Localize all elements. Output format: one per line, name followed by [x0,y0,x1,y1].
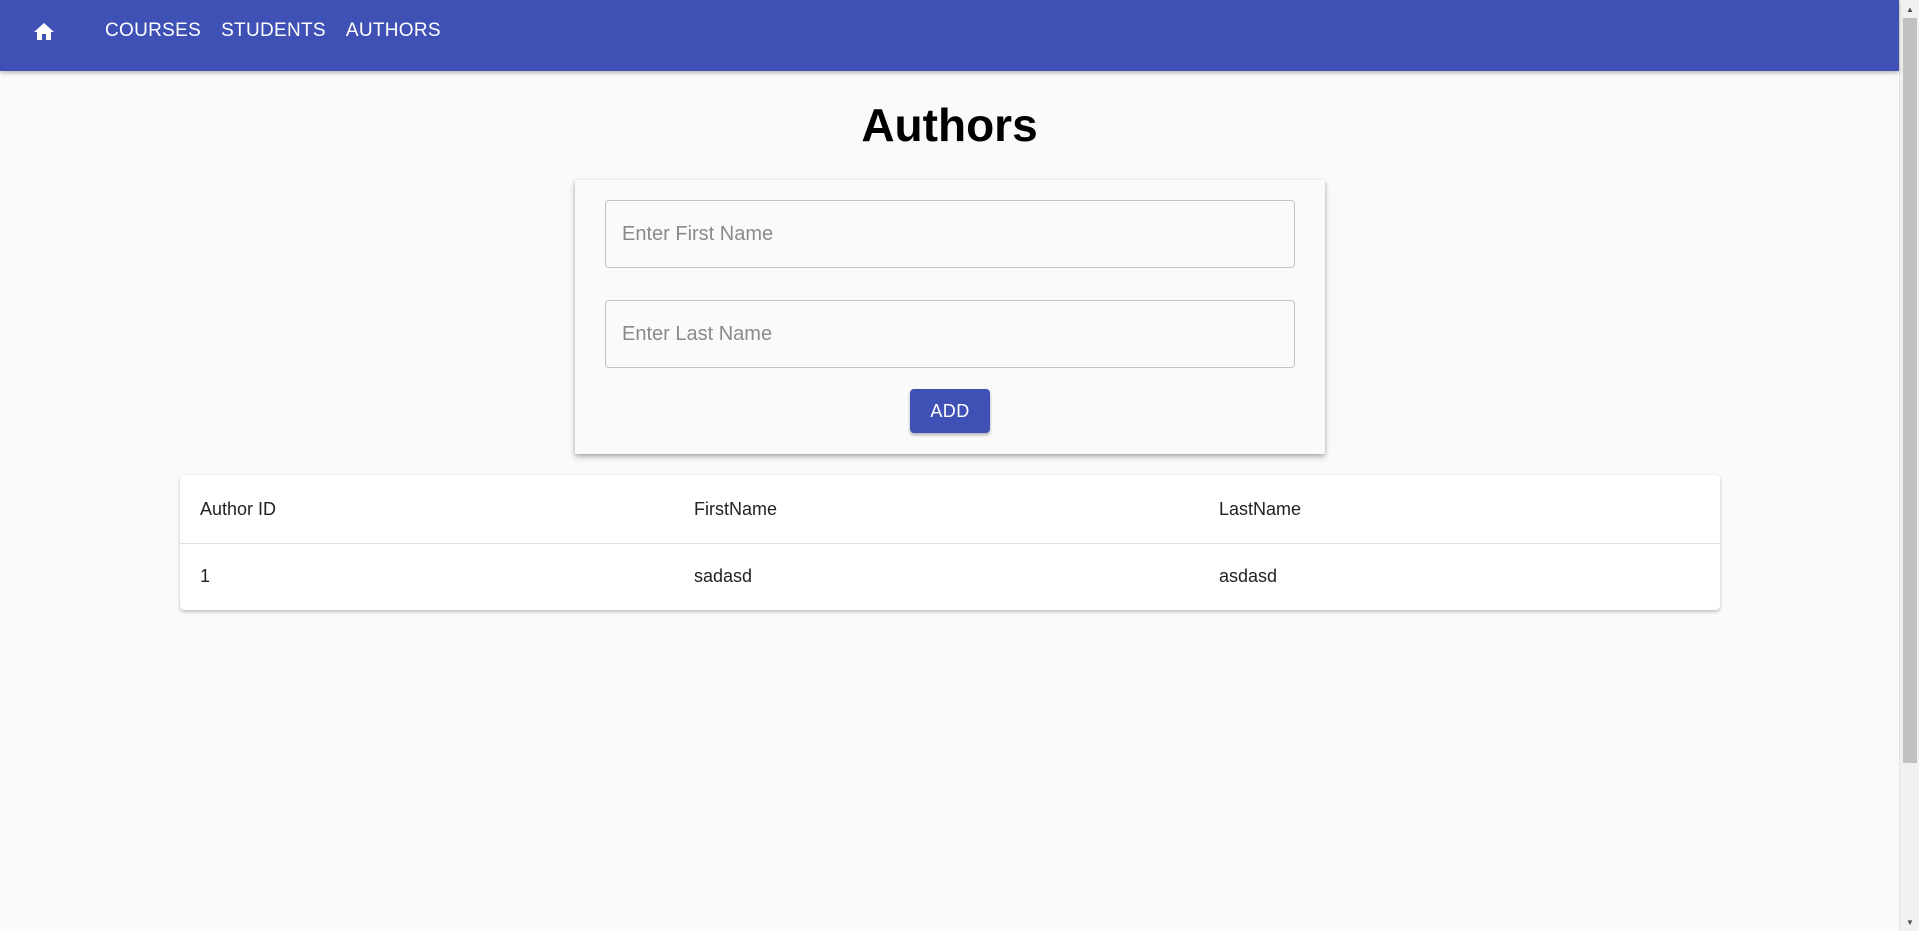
header-first-name: FirstName [694,498,778,519]
top-navbar: COURSES STUDENTS AUTHORS [0,0,1899,71]
header-author-id: Author ID [200,498,277,519]
nav-link-authors[interactable]: AUTHORS [346,20,441,42]
first-name-input[interactable] [605,200,1295,268]
scroll-down-arrow-icon[interactable]: ▼ [1900,914,1919,930]
scroll-up-arrow-icon[interactable]: ▲ [1900,1,1919,17]
nav-link-courses[interactable]: COURSES [105,20,201,42]
vertical-scrollbar[interactable]: ▲ ▼ [1899,0,1919,931]
table-header-row: Author ID FirstName LastName [180,475,1720,544]
home-icon [34,22,54,40]
nav-link-students[interactable]: STUDENTS [221,20,326,42]
cell-author-id: 1 [200,566,211,586]
home-button[interactable] [24,12,64,49]
scrollbar-thumb[interactable] [1903,18,1917,763]
add-button[interactable]: ADD [910,389,990,433]
cell-first-name: sadasd [694,566,753,586]
page: COURSES STUDENTS AUTHORS Authors ADD Aut… [0,0,1899,931]
page-title: Authors [861,99,1038,151]
table-row: 1 sadasd asdasd [180,543,1720,610]
authors-table: Author ID FirstName LastName 1 sadasd as… [180,475,1720,610]
last-name-input[interactable] [605,300,1295,368]
header-last-name: LastName [1219,498,1302,519]
nav-links: COURSES STUDENTS AUTHORS [105,20,461,42]
cell-last-name: asdasd [1219,566,1278,586]
add-author-form: ADD [575,180,1325,454]
